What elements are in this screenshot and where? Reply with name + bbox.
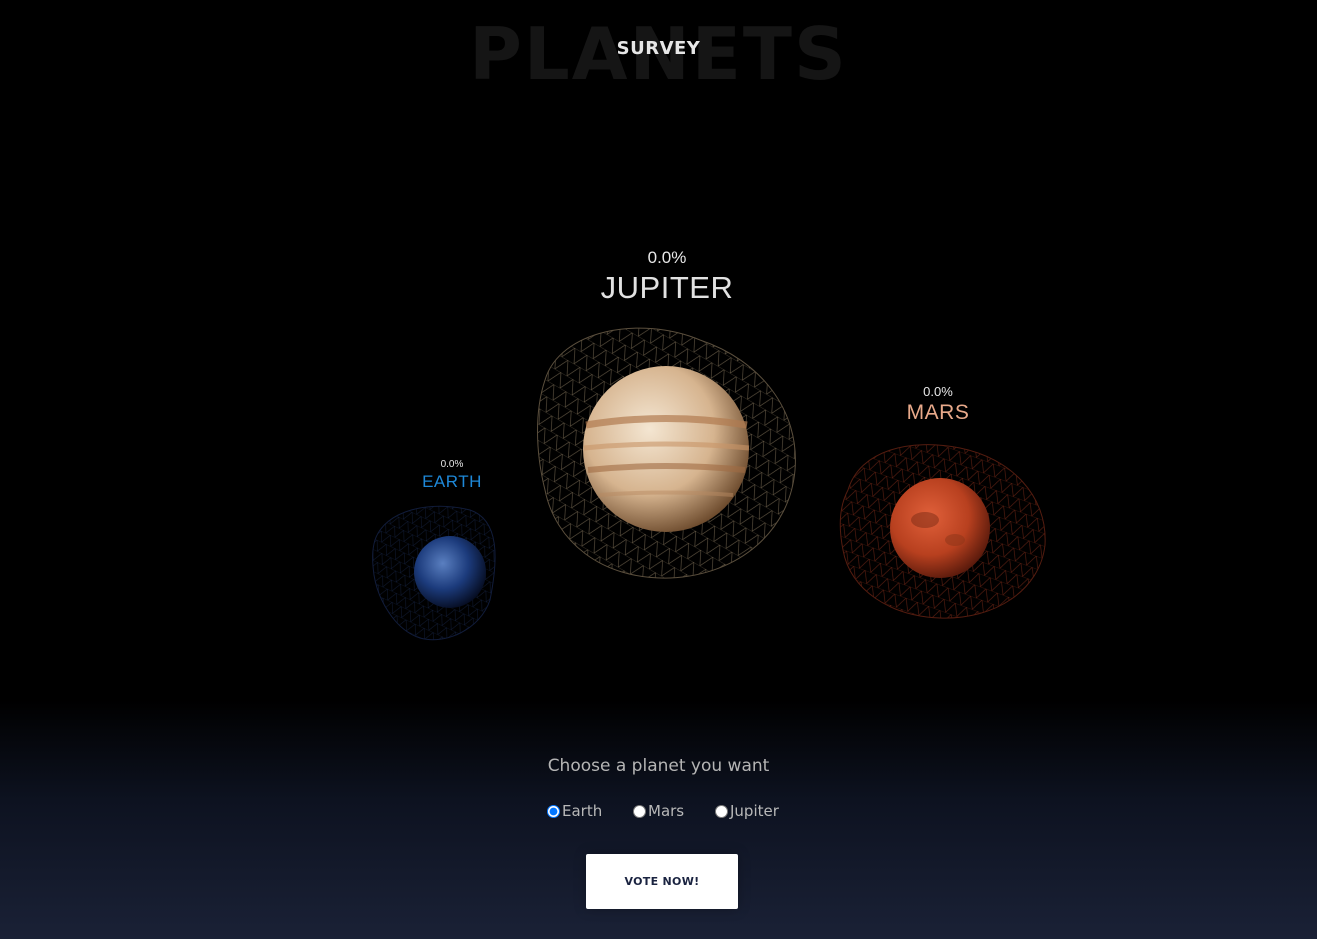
earth-name: EARTH xyxy=(422,472,482,491)
earth-globe xyxy=(414,536,486,608)
option-earth[interactable]: Earth xyxy=(547,802,602,820)
earth-radio[interactable] xyxy=(547,804,560,818)
jupiter-label: 0.0% JUPITER xyxy=(567,248,767,306)
jupiter-percent: 0.0% xyxy=(647,248,687,267)
survey-prompt: Choose a planet you want xyxy=(547,756,770,776)
earth-label: 0.0% EARTH xyxy=(392,459,512,492)
survey-page: PLANETS SURVEY 0.0% JUPITER 0.0% MARS 0.… xyxy=(0,0,1317,939)
mars-option-label: Mars xyxy=(648,802,685,820)
jupiter-planet[interactable] xyxy=(537,327,796,579)
mars-percent: 0.0% xyxy=(923,384,953,399)
mars-planet[interactable] xyxy=(839,444,1046,619)
vote-now-button[interactable]: VOTE NOW! xyxy=(586,854,738,909)
mars-radio[interactable] xyxy=(633,804,646,818)
page-title: SURVEY xyxy=(616,38,701,59)
jupiter-option-label: Jupiter xyxy=(730,802,779,820)
jupiter-globe xyxy=(583,366,749,532)
option-mars[interactable]: Mars xyxy=(633,802,684,820)
jupiter-radio[interactable] xyxy=(715,804,728,818)
earth-planet[interactable] xyxy=(372,505,496,641)
planet-scene xyxy=(372,327,1046,641)
earth-percent: 0.0% xyxy=(440,459,464,470)
option-jupiter[interactable]: Jupiter xyxy=(715,802,779,820)
earth-option-label: Earth xyxy=(562,802,603,820)
mars-name: MARS xyxy=(906,401,970,424)
mars-globe xyxy=(890,478,990,578)
jupiter-name: JUPITER xyxy=(600,270,734,305)
mars-label: 0.0% MARS xyxy=(858,384,1018,425)
planet-options: Earth Mars Jupiter xyxy=(547,802,807,824)
